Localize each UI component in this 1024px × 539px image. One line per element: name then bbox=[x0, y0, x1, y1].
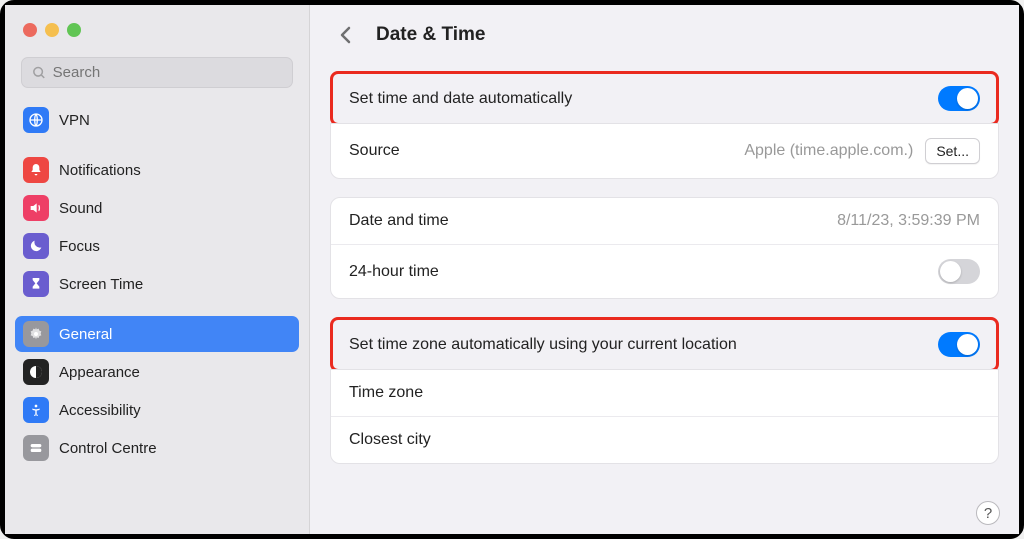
auto-timezone-toggle[interactable] bbox=[938, 332, 980, 357]
auto-time-label: Set time and date automatically bbox=[349, 90, 572, 108]
source-label: Source bbox=[349, 142, 400, 160]
fullscreen-window-button[interactable] bbox=[67, 23, 81, 37]
sidebar: VPN Notifications Sound Focus Scre bbox=[5, 5, 310, 534]
section-auto-time: Source Apple (time.apple.com.) Set... bbox=[330, 123, 999, 179]
auto-time-toggle[interactable] bbox=[938, 86, 980, 111]
row-source: Source Apple (time.apple.com.) Set... bbox=[331, 124, 998, 178]
row-timezone: Time zone bbox=[331, 370, 998, 417]
sidebar-item-label: VPN bbox=[59, 112, 90, 129]
hourglass-icon bbox=[23, 271, 49, 297]
sidebar-item-appearance[interactable]: Appearance bbox=[15, 354, 299, 390]
date-time-label: Date and time bbox=[349, 212, 449, 230]
speaker-icon bbox=[23, 195, 49, 221]
search-box[interactable] bbox=[21, 57, 293, 88]
sidebar-item-label: General bbox=[59, 326, 112, 343]
toggle-knob bbox=[957, 88, 978, 109]
moon-icon bbox=[23, 233, 49, 259]
globe-icon bbox=[23, 107, 49, 133]
search-input[interactable] bbox=[53, 64, 282, 81]
sidebar-item-label: Focus bbox=[59, 238, 100, 255]
section-timezone: Time zone Closest city bbox=[330, 369, 999, 464]
hour24-label: 24-hour time bbox=[349, 263, 439, 281]
page-title: Date & Time bbox=[376, 24, 485, 46]
minimize-window-button[interactable] bbox=[45, 23, 59, 37]
timezone-label: Time zone bbox=[349, 384, 423, 402]
person-icon bbox=[23, 397, 49, 423]
date-time-value: 8/11/23, 3:59:39 PM bbox=[837, 212, 980, 230]
row-closest-city: Closest city bbox=[331, 417, 998, 463]
toggle-knob bbox=[940, 261, 961, 282]
toggles-icon bbox=[23, 435, 49, 461]
sidebar-item-label: Appearance bbox=[59, 364, 140, 381]
sidebar-item-focus[interactable]: Focus bbox=[15, 228, 299, 264]
set-source-button[interactable]: Set... bbox=[925, 138, 980, 164]
row-24-hour: 24-hour time bbox=[331, 245, 998, 298]
city-label: Closest city bbox=[349, 431, 431, 449]
sidebar-item-notifications[interactable]: Notifications bbox=[15, 152, 299, 188]
sidebar-item-label: Sound bbox=[59, 200, 102, 217]
toggle-knob bbox=[957, 334, 978, 355]
sidebar-item-control-centre[interactable]: Control Centre bbox=[15, 430, 299, 466]
row-date-time: Date and time 8/11/23, 3:59:39 PM bbox=[331, 198, 998, 245]
highlight-auto-time: Set time and date automatically bbox=[330, 71, 999, 126]
sidebar-item-label: Screen Time bbox=[59, 276, 143, 293]
sidebar-item-vpn[interactable]: VPN bbox=[15, 102, 299, 138]
source-value: Apple (time.apple.com.) bbox=[744, 142, 913, 160]
sidebar-item-label: Notifications bbox=[59, 162, 141, 179]
sidebar-item-accessibility[interactable]: Accessibility bbox=[15, 392, 299, 428]
close-window-button[interactable] bbox=[23, 23, 37, 37]
sidebar-list: VPN Notifications Sound Focus Scre bbox=[5, 102, 309, 534]
sidebar-item-label: Control Centre bbox=[59, 440, 157, 457]
back-button[interactable] bbox=[334, 23, 358, 47]
bell-icon bbox=[23, 157, 49, 183]
section-date-time: Date and time 8/11/23, 3:59:39 PM 24-hou… bbox=[330, 197, 999, 299]
contrast-icon bbox=[23, 359, 49, 385]
search-icon bbox=[32, 65, 47, 81]
main-content: Date & Time Set time and date automatica… bbox=[310, 5, 1019, 534]
window-controls bbox=[5, 13, 309, 57]
sidebar-item-general[interactable]: General bbox=[15, 316, 299, 352]
row-auto-timezone: Set time zone automatically using your c… bbox=[333, 320, 996, 369]
header: Date & Time bbox=[330, 23, 999, 47]
row-auto-time: Set time and date automatically bbox=[333, 74, 996, 123]
sidebar-item-sound[interactable]: Sound bbox=[15, 190, 299, 226]
auto-tz-label: Set time zone automatically using your c… bbox=[349, 336, 737, 354]
help-button[interactable]: ? bbox=[976, 501, 1000, 525]
gear-icon bbox=[23, 321, 49, 347]
sidebar-item-screen-time[interactable]: Screen Time bbox=[15, 266, 299, 302]
hour24-toggle[interactable] bbox=[938, 259, 980, 284]
highlight-auto-timezone: Set time zone automatically using your c… bbox=[330, 317, 999, 372]
sidebar-item-label: Accessibility bbox=[59, 402, 141, 419]
